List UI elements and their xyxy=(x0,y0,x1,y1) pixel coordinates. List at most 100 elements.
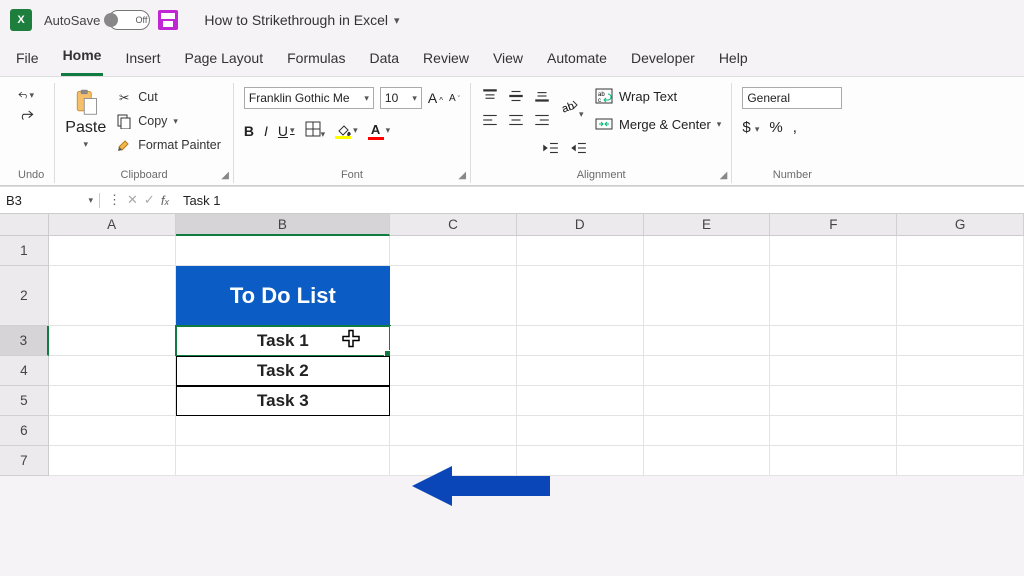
cell-D4[interactable] xyxy=(517,356,644,386)
cut-button[interactable]: ✂ Cut xyxy=(114,87,223,107)
font-name-select[interactable]: Franklin Gothic Me▾ xyxy=(244,87,374,109)
tab-formulas[interactable]: Formulas xyxy=(285,44,347,76)
cell-G1[interactable] xyxy=(897,236,1024,266)
cell-G4[interactable] xyxy=(897,356,1024,386)
col-header-C[interactable]: C xyxy=(390,214,517,236)
spreadsheet-grid[interactable]: A B C D E F G 1 2 To Do List 3 xyxy=(0,214,1024,476)
cell-A2[interactable] xyxy=(49,266,176,326)
number-format-select[interactable]: General xyxy=(742,87,842,109)
row-header-6[interactable]: 6 xyxy=(0,416,49,446)
cell-G3[interactable] xyxy=(897,326,1024,356)
cell-E5[interactable] xyxy=(644,386,771,416)
chevron-down-icon[interactable]: ▾ xyxy=(394,14,400,27)
tab-help[interactable]: Help xyxy=(717,44,750,76)
align-center-button[interactable] xyxy=(507,111,527,131)
cancel-icon[interactable]: ✕ xyxy=(127,192,138,208)
cell-B3[interactable]: Task 1 xyxy=(176,326,391,356)
col-header-G[interactable]: G xyxy=(897,214,1024,236)
cell-B1[interactable] xyxy=(176,236,391,266)
borders-button[interactable]: ▾ xyxy=(305,121,326,140)
align-right-button[interactable] xyxy=(533,111,553,131)
copy-button[interactable]: Copy ▾ xyxy=(114,111,223,131)
cell-C5[interactable] xyxy=(390,386,517,416)
align-middle-button[interactable] xyxy=(507,87,527,107)
italic-button[interactable]: I xyxy=(264,123,268,139)
align-bottom-button[interactable] xyxy=(533,87,553,107)
cell-F2[interactable] xyxy=(770,266,897,326)
accounting-format-button[interactable]: $ ▾ xyxy=(742,119,759,136)
underline-button[interactable]: U▾ xyxy=(278,123,295,139)
cell-E2[interactable] xyxy=(644,266,771,326)
font-launcher-icon[interactable]: ◢ xyxy=(458,170,466,181)
cell-B7[interactable] xyxy=(176,446,391,476)
redo-button[interactable] xyxy=(18,107,34,123)
cell-F6[interactable] xyxy=(770,416,897,446)
select-all-corner[interactable] xyxy=(0,214,49,236)
row-header-2[interactable]: 2 xyxy=(0,266,49,326)
row-header-3[interactable]: 3 xyxy=(0,326,49,356)
increase-indent-button[interactable] xyxy=(569,139,587,162)
cell-C3[interactable] xyxy=(390,326,517,356)
merge-center-button[interactable]: Merge & Center ▾ xyxy=(595,115,721,133)
undo-button[interactable]: ▾ xyxy=(18,87,34,103)
bold-button[interactable]: B xyxy=(244,123,254,139)
cell-A4[interactable] xyxy=(49,356,176,386)
save-icon[interactable] xyxy=(158,10,178,30)
col-header-E[interactable]: E xyxy=(644,214,771,236)
col-header-D[interactable]: D xyxy=(517,214,644,236)
formula-bar-input[interactable]: Task 1 xyxy=(177,193,221,208)
align-left-button[interactable] xyxy=(481,111,501,131)
row-header-1[interactable]: 1 xyxy=(0,236,49,266)
cell-C4[interactable] xyxy=(390,356,517,386)
document-title[interactable]: How to Strikethrough in Excel xyxy=(204,12,388,28)
format-painter-button[interactable]: Format Painter xyxy=(114,135,223,155)
cell-A3[interactable] xyxy=(49,326,176,356)
cell-G6[interactable] xyxy=(897,416,1024,446)
cell-G5[interactable] xyxy=(897,386,1024,416)
cell-E3[interactable] xyxy=(644,326,771,356)
cell-G2[interactable] xyxy=(897,266,1024,326)
cell-F3[interactable] xyxy=(770,326,897,356)
cell-E6[interactable] xyxy=(644,416,771,446)
wrap-text-button[interactable]: abc Wrap Text xyxy=(595,87,721,105)
cell-E1[interactable] xyxy=(644,236,771,266)
comma-format-button[interactable]: , xyxy=(793,119,797,136)
cell-C6[interactable] xyxy=(390,416,517,446)
font-size-select[interactable]: 10▾ xyxy=(380,87,422,109)
cell-D5[interactable] xyxy=(517,386,644,416)
cell-F7[interactable] xyxy=(770,446,897,476)
cell-A5[interactable] xyxy=(49,386,176,416)
fill-color-button[interactable]: ▾ xyxy=(335,123,358,139)
alignment-launcher-icon[interactable]: ◢ xyxy=(720,170,728,181)
col-header-F[interactable]: F xyxy=(770,214,897,236)
fx-icon[interactable]: fx xyxy=(161,193,169,208)
cell-D6[interactable] xyxy=(517,416,644,446)
autosave-toggle[interactable]: Off xyxy=(108,10,150,30)
cell-A6[interactable] xyxy=(49,416,176,446)
cell-C1[interactable] xyxy=(390,236,517,266)
increase-font-button[interactable]: A^ xyxy=(428,90,443,106)
cell-F1[interactable] xyxy=(770,236,897,266)
clipboard-launcher-icon[interactable]: ◢ xyxy=(221,170,229,181)
formula-menu-icon[interactable]: ⋮ xyxy=(108,192,121,208)
align-top-button[interactable] xyxy=(481,87,501,107)
cell-D3[interactable] xyxy=(517,326,644,356)
paste-button[interactable]: Paste ▾ xyxy=(65,87,106,150)
cell-E4[interactable] xyxy=(644,356,771,386)
tab-file[interactable]: File xyxy=(14,44,41,76)
percent-format-button[interactable]: % xyxy=(769,119,782,136)
tab-developer[interactable]: Developer xyxy=(629,44,697,76)
cell-D1[interactable] xyxy=(517,236,644,266)
tab-view[interactable]: View xyxy=(491,44,525,76)
cell-C2[interactable] xyxy=(390,266,517,326)
tab-review[interactable]: Review xyxy=(421,44,471,76)
cell-F5[interactable] xyxy=(770,386,897,416)
orientation-button[interactable]: ab▾ xyxy=(559,97,584,122)
cell-G7[interactable] xyxy=(897,446,1024,476)
font-color-button[interactable]: A ▾ xyxy=(368,122,391,140)
cell-B2[interactable]: To Do List xyxy=(176,266,391,326)
cell-F4[interactable] xyxy=(770,356,897,386)
tab-home[interactable]: Home xyxy=(61,41,104,76)
tab-insert[interactable]: Insert xyxy=(123,44,162,76)
cell-B6[interactable] xyxy=(176,416,391,446)
